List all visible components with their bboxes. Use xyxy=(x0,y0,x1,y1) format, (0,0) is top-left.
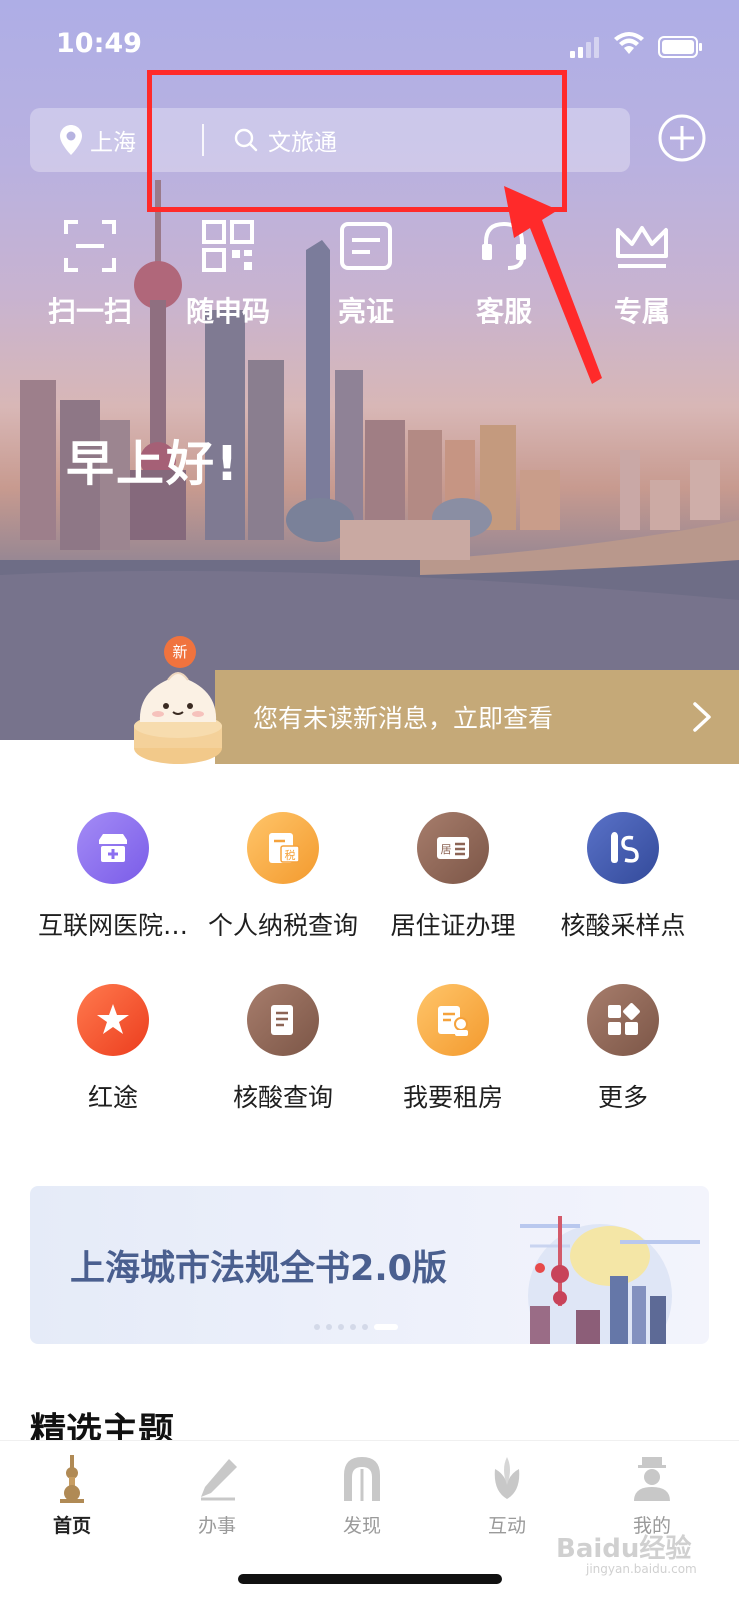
location-selector[interactable]: 上海 xyxy=(60,122,136,158)
carousel-dot xyxy=(338,1324,344,1330)
location-label: 上海 xyxy=(90,130,136,156)
location-pin-icon xyxy=(60,125,82,155)
service-label: 我要租房 xyxy=(402,1083,503,1112)
battery-icon xyxy=(658,36,702,58)
service-label: 居住证办理 xyxy=(390,911,516,940)
red-star-icon xyxy=(77,984,149,1056)
service-label: 核酸采样点 xyxy=(560,911,686,940)
service-label: 红途 xyxy=(87,1083,138,1112)
service-nucleic-sampling[interactable]: 核酸采样点 xyxy=(538,812,708,942)
nucleic-test-icon xyxy=(587,812,659,884)
id-card-icon xyxy=(340,222,392,270)
rent-house-icon xyxy=(417,984,489,1056)
promo-banner[interactable]: 上海城市法规全书2.0版 xyxy=(30,1186,709,1344)
service-label: 核酸查询 xyxy=(232,1083,333,1112)
tab-label: 办事 xyxy=(197,1515,236,1537)
more-grid-icon xyxy=(587,984,659,1056)
chevron-right-icon xyxy=(693,702,711,732)
add-button[interactable] xyxy=(657,113,707,163)
service-rent-house[interactable]: 我要租房 xyxy=(368,984,538,1114)
tab-services[interactable]: 办事 xyxy=(157,1455,277,1538)
service-label: 互联网医院… xyxy=(37,911,188,940)
quick-action-label: 随申码 xyxy=(185,295,270,328)
hospital-store-icon xyxy=(77,812,149,884)
document-icon xyxy=(247,984,319,1056)
scan-icon xyxy=(64,220,116,272)
unread-message-notice[interactable]: 您有未读新消息，立即查看 xyxy=(215,670,739,764)
arch-icon xyxy=(344,1457,380,1501)
tab-label: 发现 xyxy=(342,1515,381,1537)
carousel-dot xyxy=(362,1324,368,1330)
service-red-route[interactable]: 红途 xyxy=(28,984,198,1114)
service-nucleic-query[interactable]: 核酸查询 xyxy=(198,984,368,1114)
magnolia-icon xyxy=(494,1457,520,1499)
service-label: 个人纳税查询 xyxy=(207,911,358,940)
shanghai-city-illustration xyxy=(520,1216,700,1344)
home-indicator[interactable] xyxy=(238,1574,502,1584)
quick-action-label: 亮证 xyxy=(337,295,394,328)
service-more[interactable]: 更多 xyxy=(538,984,708,1114)
status-time: 10:49 xyxy=(56,28,142,59)
tab-label: 首页 xyxy=(52,1515,91,1537)
tab-profile[interactable]: 我的 xyxy=(592,1455,712,1538)
tab-interact[interactable]: 互动 xyxy=(447,1455,567,1538)
quick-action-label: 扫一扫 xyxy=(47,295,132,328)
tab-discover[interactable]: 发现 xyxy=(302,1455,422,1538)
carousel-dot xyxy=(350,1324,356,1330)
carousel-dot xyxy=(326,1324,332,1330)
pen-icon xyxy=(201,1459,237,1501)
annotation-arrow-icon xyxy=(504,186,602,384)
tax-icon: 税 xyxy=(247,812,319,884)
tab-home[interactable]: 首页 xyxy=(12,1455,132,1538)
banner-title: 上海城市法规全书2.0版 xyxy=(70,1249,448,1289)
carousel-dot xyxy=(314,1324,320,1330)
quick-action-qr[interactable]: 随申码 xyxy=(168,214,288,334)
cellular-signal-icon xyxy=(570,37,599,58)
residence-card-icon: 居 xyxy=(417,812,489,884)
tab-label: 互动 xyxy=(487,1515,526,1537)
greeting-text: 早上好! xyxy=(66,436,240,492)
qr-code-icon xyxy=(202,220,254,272)
service-residence-permit[interactable]: 居 居住证办理 xyxy=(368,812,538,942)
quick-action-show-id[interactable]: 亮证 xyxy=(306,214,426,334)
new-badge: 新 xyxy=(164,636,196,668)
watermark-subtext: jingyan.baidu.com xyxy=(586,1562,697,1576)
service-internet-hospital[interactable]: 互联网医院… xyxy=(28,812,198,942)
carousel-dot-active xyxy=(374,1324,398,1330)
profile-icon xyxy=(634,1457,670,1501)
wifi-icon xyxy=(614,32,644,54)
home-tower-icon xyxy=(60,1455,84,1503)
watermark-text: Baidu经验 xyxy=(556,1534,692,1564)
svg-text:税: 税 xyxy=(285,848,296,862)
svg-text:居: 居 xyxy=(441,843,452,856)
quick-action-scan[interactable]: 扫一扫 xyxy=(30,214,150,334)
service-tax-query[interactable]: 税 个人纳税查询 xyxy=(198,812,368,942)
carousel-indicator xyxy=(314,1324,398,1330)
service-label: 更多 xyxy=(597,1083,648,1112)
notice-text: 您有未读新消息，立即查看 xyxy=(253,704,554,733)
